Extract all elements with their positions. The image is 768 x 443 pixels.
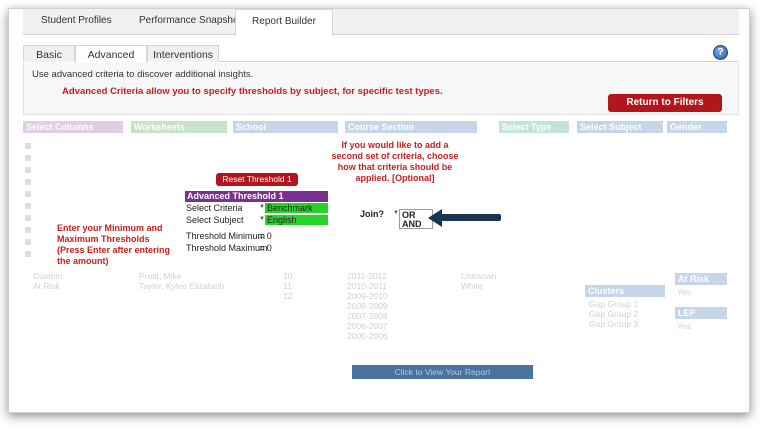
reset-threshold-button[interactable]: Reset Threshold 1: [216, 173, 298, 186]
second-criteria-note: If you would like to add a second set of…: [331, 140, 459, 183]
list-item: Pruitt, Mike: [139, 271, 182, 281]
column-header: Select Type: [499, 121, 569, 133]
return-to-filters-button[interactable]: Return to Filters: [608, 94, 722, 112]
list-bullet: [25, 191, 31, 197]
criteria-select[interactable]: Benchmark: [265, 203, 328, 213]
column-header: Select Columns: [23, 121, 123, 133]
lep-header: LEP: [675, 307, 727, 319]
threshold-maximum-input[interactable]: = 0: [259, 243, 272, 253]
threshold-maximum-label: Threshold Maximum: [186, 243, 268, 253]
list-item: At Risk: [33, 281, 60, 291]
panel-description: Use advanced criteria to discover additi…: [32, 69, 254, 80]
clusters-header: Clusters: [585, 285, 665, 297]
list-bullet: [25, 155, 31, 161]
list-item: Gap Group 3: [589, 319, 639, 329]
list-item: 2011-2012: [347, 271, 388, 281]
list-item: Gap Group 2: [589, 309, 639, 319]
list-item: 2005-2006: [347, 331, 388, 341]
select-criteria-label: Select Criteria: [186, 203, 243, 213]
list-item: Unknown: [461, 271, 497, 281]
arrow-left-icon: [428, 209, 442, 227]
threshold-minimum-input[interactable]: = 0: [259, 231, 272, 241]
list-item: Yes: [677, 321, 691, 331]
list-item: White: [461, 281, 483, 291]
select-subject-label: Select Subject: [186, 215, 244, 225]
list-item: Custom: [33, 271, 63, 281]
list-item: 2009-2010: [347, 291, 388, 301]
view-report-button[interactable]: Click to View Your Report: [352, 365, 533, 379]
advanced-criteria-panel: Use advanced criteria to discover additi…: [23, 63, 739, 115]
list-item: 2006-2007: [347, 321, 388, 331]
join-label: Join?: [360, 209, 384, 219]
list-item: Yes: [677, 287, 691, 297]
tab-advanced[interactable]: Advanced: [75, 45, 147, 63]
sub-tab-bar: Basic Advanced Interventions: [23, 45, 739, 63]
threshold-minimum-label: Threshold Minimum: [186, 231, 266, 241]
tab-student-profiles[interactable]: Student Profiles: [41, 15, 112, 26]
list-item: 2008-2009: [347, 301, 388, 311]
list-bullet: [25, 227, 31, 233]
at-risk-header: At Risk: [675, 273, 727, 285]
list-item: 12: [283, 291, 293, 301]
tab-interventions[interactable]: Interventions: [147, 45, 219, 62]
column-header: School: [233, 121, 338, 133]
subject-select[interactable]: English: [265, 215, 328, 225]
help-icon[interactable]: ?: [713, 45, 728, 60]
list-bullet: [25, 215, 31, 221]
list-item: 10: [283, 271, 293, 281]
list-item: 2007-2008: [347, 311, 388, 321]
column-header: Select Subject: [577, 121, 663, 133]
tab-basic[interactable]: Basic: [23, 45, 75, 62]
threshold-header: Advanced Threshold 1: [185, 191, 328, 202]
tab-report-builder[interactable]: Report Builder: [235, 9, 333, 36]
list-bullet: [25, 167, 31, 173]
threshold-instructions-note: Enter your Minimum and Maximum Threshold…: [57, 223, 171, 266]
list-item: 2010-2011: [347, 281, 388, 291]
list-bullet: [25, 239, 31, 245]
arrow-shaft: [441, 214, 501, 221]
tab-performance-snapshots[interactable]: Performance Snapshots: [139, 15, 246, 26]
column-header: Worksheets: [131, 121, 227, 133]
list-bullet: [25, 143, 31, 149]
column-header: Course Section: [345, 121, 477, 133]
list-bullet: [25, 203, 31, 209]
list-item: Taylor, Kylee Elizabeth: [139, 281, 225, 291]
list-item: Gap Group 1: [589, 299, 639, 309]
list-bullet: [25, 251, 31, 257]
report-builder-window: Student Profiles Performance Snapshots R…: [8, 8, 750, 413]
advanced-criteria-note: Advanced Criteria allow you to specify t…: [62, 86, 443, 97]
column-header: Gender: [667, 121, 727, 133]
list-bullet: [25, 179, 31, 185]
list-item: 11: [283, 281, 292, 291]
top-tab-bar: Student Profiles Performance Snapshots R…: [23, 9, 739, 36]
